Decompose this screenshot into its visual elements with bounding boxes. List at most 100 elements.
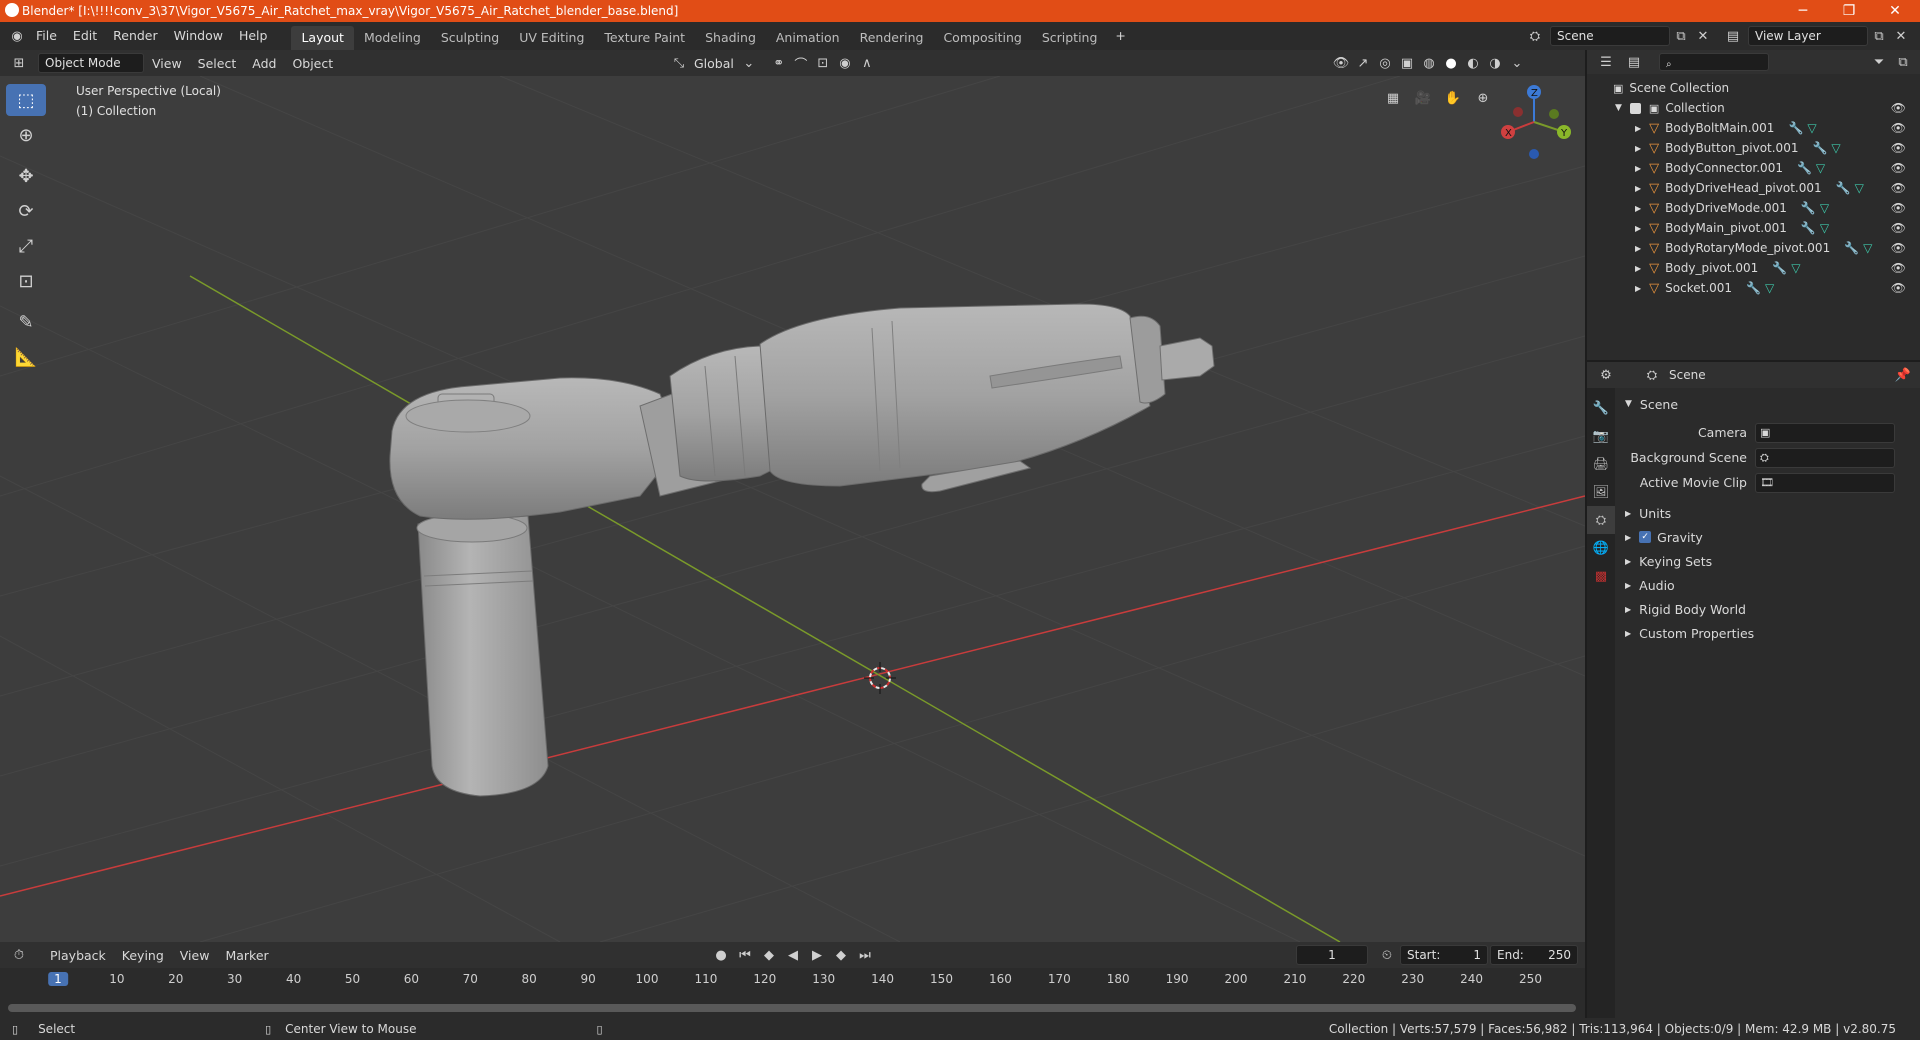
property-value-field[interactable]: ⛭ [1755, 447, 1895, 468]
timeline-menu-view[interactable]: View [172, 948, 218, 963]
menu-render[interactable]: Render [105, 22, 166, 50]
select-box-tool-icon[interactable]: ⬚ [6, 84, 46, 116]
tab-uv-editing[interactable]: UV Editing [509, 26, 594, 50]
new-scene-icon[interactable]: ⧉ [1670, 26, 1692, 46]
tab-compositing[interactable]: Compositing [933, 26, 1031, 50]
mesh-data-icon[interactable]: ▽ [1855, 181, 1864, 195]
tab-animation[interactable]: Animation [766, 26, 850, 50]
move-tool-icon[interactable]: ✥ [6, 160, 46, 192]
delete-view-layer-icon[interactable]: ✕ [1890, 26, 1912, 46]
maximize-button[interactable]: ❐ [1826, 0, 1872, 22]
eye-icon[interactable]: 👁 [1891, 121, 1906, 135]
timeline-ruler[interactable]: 1 10 20 30 40 50 60 70 80 90 100 110 120 130 140 150 160… [0, 968, 1585, 992]
outliner-object-row[interactable]: ▶ ▽ BodyDriveHead_pivot.001 🔧 ▽ 👁 [1587, 178, 1920, 198]
xray-toggle-icon[interactable]: ▣ [1396, 53, 1418, 73]
mesh-data-icon[interactable]: ▽ [1807, 121, 1816, 135]
viewport-menu-select[interactable]: Select [190, 56, 245, 71]
properties-subpanel[interactable]: ▶ Keying Sets [1617, 549, 1917, 573]
pin-icon[interactable]: 📌 [1892, 365, 1914, 385]
menu-help[interactable]: Help [231, 22, 276, 50]
properties-subpanel[interactable]: ▶ Rigid Body World [1617, 597, 1917, 621]
measure-tool-icon[interactable]: 📐 [6, 341, 46, 373]
scene-name-field[interactable]: Scene [1550, 26, 1670, 46]
modifier-wrench-icon[interactable]: 🔧 [1812, 141, 1827, 155]
modifier-wrench-icon[interactable]: 🔧 [1746, 281, 1761, 295]
falloff-icon[interactable]: ∧ [856, 53, 878, 73]
outliner-object-row[interactable]: ▶ ▽ BodyBoltMain.001 🔧 ▽ 👁 [1587, 118, 1920, 138]
expand-arrow-icon[interactable]: ▶ [1635, 284, 1641, 293]
mesh-data-icon[interactable]: ▽ [1831, 141, 1840, 155]
timeline-menu-keying[interactable]: Keying [114, 948, 172, 963]
outliner-object-row[interactable]: ▶ ▽ Body_pivot.001 🔧 ▽ 👁 [1587, 258, 1920, 278]
outliner-object-row[interactable]: ▶ ▽ BodyMain_pivot.001 🔧 ▽ 👁 [1587, 218, 1920, 238]
scene-selector[interactable]: ⛭ Scene ⧉ ✕ [1524, 26, 1714, 46]
tab-sculpting[interactable]: Sculpting [431, 26, 509, 50]
mesh-data-icon[interactable]: ▽ [1863, 241, 1872, 255]
material-shading-icon[interactable]: ◐ [1462, 53, 1484, 73]
mesh-data-icon[interactable]: ▽ [1791, 261, 1800, 275]
object-name[interactable]: BodyDriveMode.001 [1665, 201, 1787, 215]
properties-subpanel[interactable]: ▶ Units [1617, 501, 1917, 525]
prev-keyframe-icon[interactable]: ◆ [758, 945, 780, 965]
object-name[interactable]: BodyDriveHead_pivot.001 [1665, 181, 1821, 195]
modifier-wrench-icon[interactable]: 🔧 [1772, 261, 1787, 275]
eye-icon[interactable]: 👁 [1891, 101, 1906, 115]
display-mode-icon[interactable]: ▤ [1623, 52, 1645, 72]
eye-icon[interactable]: 👁 [1891, 281, 1906, 295]
expand-arrow-icon[interactable]: ▶ [1635, 204, 1641, 213]
view-layer-field[interactable]: View Layer [1748, 26, 1868, 46]
snap-target-icon[interactable]: ⊡ [812, 53, 834, 73]
timeline-editor-type-icon[interactable]: ⏱ [8, 945, 30, 965]
menu-window[interactable]: Window [166, 22, 231, 50]
chevron-down-icon[interactable]: ⌄ [738, 53, 760, 73]
modifier-wrench-icon[interactable]: 🔧 [1836, 181, 1851, 195]
camera-view-icon[interactable]: 🎥 [1412, 88, 1434, 108]
properties-subpanel[interactable]: ▶ Custom Properties [1617, 621, 1917, 645]
blender-menu-icon[interactable]: ◉ [6, 26, 28, 46]
viewport-menu-view[interactable]: View [144, 56, 190, 71]
jump-end-icon[interactable]: ⏭ [854, 945, 876, 965]
modifier-wrench-icon[interactable]: 🔧 [1801, 221, 1816, 235]
output-tab-icon[interactable]: 🖨 [1587, 450, 1615, 478]
expand-arrow-icon[interactable]: ▶ [1635, 164, 1641, 173]
view-layer-tab-icon[interactable]: 🖼 [1587, 478, 1615, 506]
editor-type-icon[interactable]: ⊞ [8, 53, 30, 73]
visibility-icon[interactable]: 👁 [1330, 53, 1352, 73]
outliner-object-row[interactable]: ▶ ▽ BodyRotaryMode_pivot.001 🔧 ▽ 👁 [1587, 238, 1920, 258]
record-icon[interactable]: ● [710, 945, 732, 965]
end-frame-field[interactable]: End: 250 [1490, 945, 1578, 965]
render-tab-icon[interactable]: 📷 [1587, 422, 1615, 450]
mesh-data-icon[interactable]: ▽ [1816, 161, 1825, 175]
expand-arrow-icon[interactable]: ▶ [1635, 264, 1641, 273]
new-collection-icon[interactable]: ⧉ [1892, 52, 1914, 72]
modifier-wrench-icon[interactable]: 🔧 [1797, 161, 1812, 175]
pivot-point-icon[interactable]: ⚭ [768, 53, 790, 73]
eye-icon[interactable]: 👁 [1891, 161, 1906, 175]
outliner-collection[interactable]: ▼ ▣ Collection 👁 [1587, 98, 1920, 118]
3d-viewport[interactable]: User Perspective (Local) (1) Collection … [0, 76, 1585, 942]
wireframe-shading-icon[interactable]: ◍ [1418, 53, 1440, 73]
solid-shading-icon[interactable]: ● [1440, 53, 1462, 73]
expand-arrow-icon[interactable]: ▶ [1635, 144, 1641, 153]
rotate-tool-icon[interactable]: ⟳ [6, 195, 46, 227]
orientation-dropdown[interactable]: Global [690, 56, 738, 71]
scale-tool-icon[interactable]: ⤢ [6, 230, 46, 262]
menu-file[interactable]: File [28, 22, 65, 50]
expand-arrow-icon[interactable]: ▶ [1635, 244, 1641, 253]
tool-settings-tab-icon[interactable]: 🔧 [1587, 394, 1615, 422]
eye-icon[interactable]: 👁 [1891, 261, 1906, 275]
object-name[interactable]: BodyButton_pivot.001 [1665, 141, 1798, 155]
zoom-icon[interactable]: ⊕ [1472, 88, 1494, 108]
object-name[interactable]: BodyRotaryMode_pivot.001 [1665, 241, 1830, 255]
toggle-perspective-icon[interactable]: ▦ [1382, 88, 1404, 108]
play-reverse-icon[interactable]: ◀ [782, 945, 804, 965]
outliner-object-row[interactable]: ▶ ▽ BodyConnector.001 🔧 ▽ 👁 [1587, 158, 1920, 178]
delete-scene-icon[interactable]: ✕ [1692, 26, 1714, 46]
expand-toggle-icon[interactable]: ▼ [1615, 103, 1622, 113]
pan-hand-icon[interactable]: ✋ [1442, 88, 1464, 108]
timeline-scrollbar[interactable] [8, 1004, 1576, 1012]
properties-editor-type-icon[interactable]: ⚙ [1595, 365, 1617, 385]
expand-arrow-icon[interactable]: ▶ [1635, 224, 1641, 233]
navigation-gizmo[interactable]: Z Y X [1494, 82, 1574, 162]
tab-modeling[interactable]: Modeling [354, 26, 431, 50]
